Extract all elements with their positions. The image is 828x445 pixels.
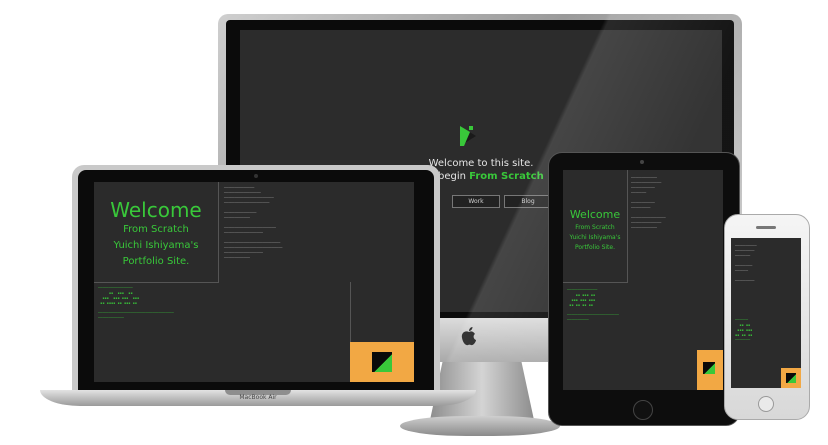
ipad-home-button[interactable] — [633, 400, 653, 420]
ipad-code-panel: ──────────── ────────────── ─────────── … — [631, 176, 666, 230]
nav-blog-button[interactable]: Blog — [504, 195, 552, 208]
ipad-terminal-text: ────────────── ▪▪ ▪▪▪ ▪▪ ▪▪▪ ▪▪▪ ▪▪▪ ▪▪ … — [567, 288, 619, 322]
macbook-terminal-text: ──────────────── ▪▪ ▪▪▪ ▪▪ ▪▪▪ ▪▪▪ ▪▪▪ ▪… — [98, 286, 174, 320]
iphone-home-button[interactable] — [758, 396, 774, 412]
iphone-screen: ────────── ───────── ─────── ──────── ──… — [731, 238, 801, 388]
macbook-logo-tile[interactable] — [350, 342, 414, 382]
from-scratch-logo-icon — [372, 352, 392, 372]
macbook-terminal-panel: ──────────────── ▪▪ ▪▪▪ ▪▪ ▪▪▪ ▪▪▪ ▪▪▪ ▪… — [94, 282, 351, 382]
ipad-welcome-panel: Welcome From Scratch Yuichi Ishiyama's P… — [563, 170, 628, 283]
ipad-screen: Welcome From Scratch Yuichi Ishiyama's P… — [563, 170, 723, 390]
from-scratch-logo-icon — [786, 373, 796, 383]
ipad-sub1: From Scratch — [575, 224, 615, 231]
macbook-sub2: Yuichi Ishiyama's — [113, 240, 199, 251]
ipad-sub3: Portfolio Site. — [574, 244, 616, 251]
macbook-screen: Welcome From Scratch Yuichi Ishiyama's P… — [94, 182, 414, 382]
iphone-speaker — [756, 226, 776, 229]
macbook-label: MacBook Air — [239, 394, 277, 401]
macbook-sub3: Portfolio Site. — [122, 256, 190, 267]
iphone-code-panel: ────────── ───────── ─────── ──────── ──… — [735, 244, 757, 283]
nav-work-button[interactable]: Work — [452, 195, 500, 208]
ipad-camera — [640, 160, 644, 164]
imac-stand-base — [400, 416, 560, 436]
ipad-heading: Welcome — [569, 208, 621, 221]
macbook-welcome-panel: Welcome From Scratch Yuichi Ishiyama's P… — [94, 182, 219, 283]
from-scratch-logo-icon — [460, 126, 476, 146]
apple-logo-icon — [461, 327, 476, 346]
macbook-code-panel: ────────────── ───────────────── ───────… — [224, 186, 283, 260]
from-scratch-logo-icon — [703, 362, 715, 374]
ipad-sub2: Yuichi Ishiyama's — [569, 234, 621, 241]
ipad-logo-tile[interactable] — [697, 350, 723, 390]
imac-welcome-highlight: From Scratch — [469, 171, 544, 182]
iphone-logo-tile[interactable] — [781, 368, 801, 388]
iphone-terminal-text: ────── ▪▪ ▪▪ ▪▪▪ ▪▪▪ ▪▪ ▪▪ ▪▪ ─────── — [735, 318, 753, 342]
macbook-camera — [254, 174, 258, 178]
macbook-heading: Welcome — [110, 198, 202, 222]
macbook-sub1: From Scratch — [123, 224, 189, 235]
